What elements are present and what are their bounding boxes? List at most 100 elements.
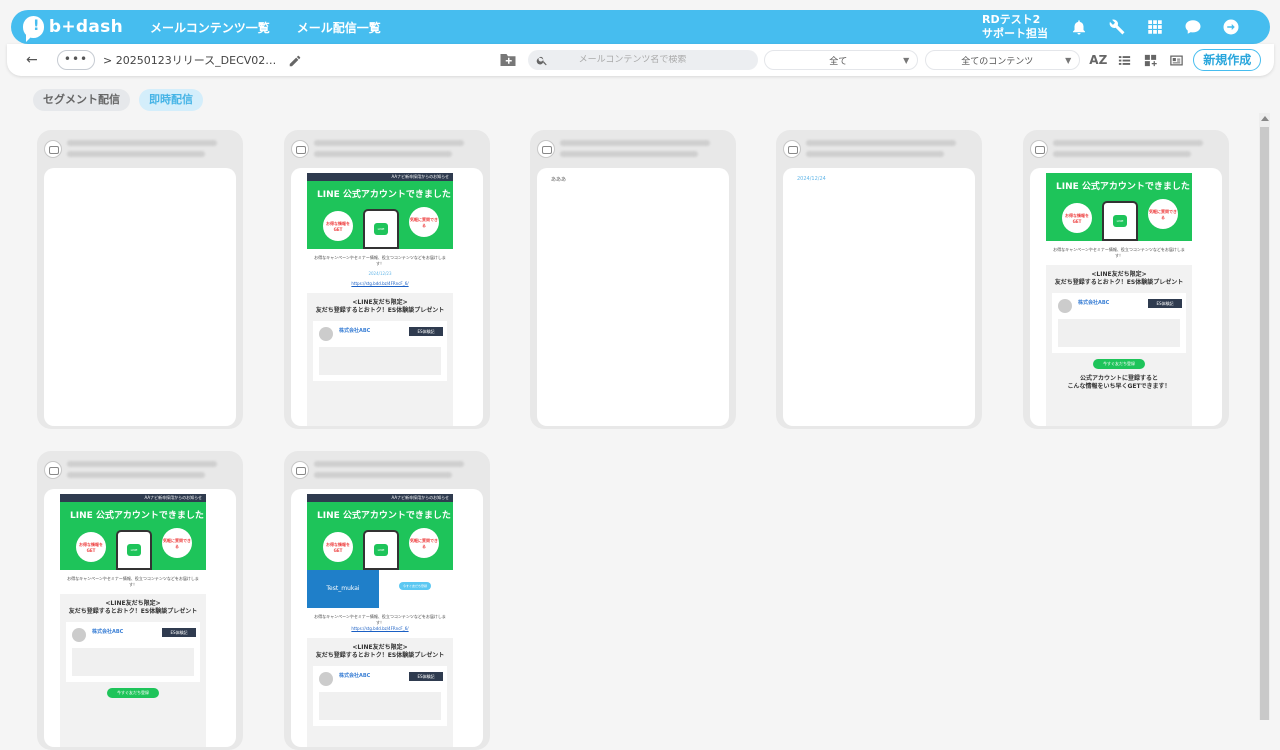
- wrench-icon[interactable]: [1108, 18, 1126, 36]
- hero-circle-left: お得な情報をGET: [323, 532, 353, 562]
- cta-button: 今すぐ友だち登録: [1093, 359, 1145, 369]
- content-card[interactable]: AAナビ新卒採用からのお知らせ LINE 公式アカウントできました お得な情報を…: [284, 130, 490, 429]
- blurred-subtitle: [67, 472, 205, 478]
- logo-mark: !: [23, 16, 44, 42]
- blurred-subtitle: [314, 472, 452, 478]
- phone-icon: [1102, 201, 1138, 241]
- company-details: [72, 648, 194, 676]
- newsletter-intro: お得なキャンペーンやセミナー情報、役立つコンテンツなどをお届けします！: [314, 614, 446, 625]
- nav-mail-contents[interactable]: メールコンテンツ一覧: [150, 19, 270, 36]
- scrollbar-thumb[interactable]: [1260, 127, 1269, 720]
- apps-grid-icon[interactable]: [1146, 18, 1164, 36]
- tab-immediate-delivery[interactable]: 即時配信: [139, 89, 203, 111]
- preview-text: あああ: [551, 177, 567, 183]
- breadcrumb[interactable]: > 20250123リリース_DECV02…: [103, 52, 276, 68]
- newsletter-body: お得なキャンペーンやセミナー情報、役立つコンテンツなどをお届けします！: [1046, 241, 1192, 265]
- blurred-title: [314, 461, 464, 467]
- content-card[interactable]: LINE 公式アカウントできました お得な情報をGET 気軽に質問できる お得な…: [1023, 130, 1229, 429]
- blurred-title: [1053, 140, 1203, 146]
- promo-title-line1: <LINE友だち限定>: [1091, 271, 1147, 278]
- promo-title-line1: <LINE友だち限定>: [105, 600, 161, 607]
- hero-circle-left: お得な情報をGET: [1062, 203, 1092, 233]
- search-icon: [537, 56, 547, 65]
- card-view-icon[interactable]: [1168, 52, 1184, 68]
- newsletter-preview: AAナビ新卒採用からのお知らせ LINE 公式アカウントできました お得な情報を…: [60, 494, 206, 747]
- newsletter-preview: AAナビ新卒採用からのお知らせ LINE 公式アカウントできました お得な情報を…: [307, 494, 453, 747]
- tab-segment-delivery[interactable]: セグメント配信: [33, 89, 130, 111]
- content-preview[interactable]: LINE 公式アカウントできました お得な情報をGET 気軽に質問できる お得な…: [1030, 168, 1222, 426]
- list-view-icon[interactable]: [1116, 52, 1132, 68]
- content-card[interactable]: AAナビ新卒採用からのお知らせ LINE 公式アカウントできました お得な情報を…: [37, 451, 243, 750]
- bell-icon[interactable]: [1070, 18, 1088, 36]
- es-tag: ES体験記: [409, 327, 443, 336]
- newsletter-link: https://stg.bdd.bz/4FRncF_6/: [351, 626, 409, 631]
- add-folder-icon[interactable]: [499, 52, 517, 68]
- newsletter-intro: お得なキャンペーンやセミナー情報、役立つコンテンツなどをお届けします！: [1053, 247, 1185, 258]
- content-preview[interactable]: [44, 168, 236, 426]
- newsletter-intro: お得なキャンペーンやセミナー情報、役立つコンテンツなどをお届けします！: [67, 576, 199, 587]
- content-preview[interactable]: あああ: [537, 168, 729, 426]
- content-card[interactable]: AAナビ新卒採用からのお知らせ LINE 公式アカウントできました お得な情報を…: [284, 451, 490, 750]
- mail-content-icon: [1030, 140, 1048, 158]
- nav-mail-deliveries[interactable]: メール配信一覧: [297, 19, 381, 36]
- avatar: [72, 628, 86, 642]
- app-logo[interactable]: ! b+dash: [23, 16, 123, 42]
- content-card[interactable]: 2024/12/24: [776, 130, 982, 429]
- newsletter-hero: LINE 公式アカウントできました お得な情報をGET 気軽に質問できる: [307, 181, 453, 249]
- search-box[interactable]: [528, 50, 759, 70]
- content-type-select[interactable]: 全てのコンテンツ ▼: [925, 50, 1081, 70]
- blurred-subtitle: [806, 151, 944, 157]
- user-role: サポート担当: [982, 27, 1048, 40]
- newsletter-body: お得なキャンペーンやセミナー情報、役立つコンテンツなどをお届けします！ 2024…: [307, 249, 453, 293]
- promo-title-line1: <LINE友だち限定>: [352, 644, 408, 651]
- status-filter-select[interactable]: 全て ▼: [764, 50, 919, 70]
- newsletter-top-bar: AAナビ新卒採用からのお知らせ: [307, 494, 453, 502]
- scroll-up-arrow-icon[interactable]: [1261, 116, 1269, 121]
- newsletter-preview: LINE 公式アカウントできました お得な情報をGET 気軽に質問できる お得な…: [1046, 173, 1192, 426]
- status-filter-value: 全て: [829, 56, 848, 67]
- promo-title: <LINE友だち限定> 友だち登録するとおトク！ES体験談プレゼント: [1046, 271, 1192, 287]
- content-preview[interactable]: AAナビ新卒採用からのお知らせ LINE 公式アカウントできました お得な情報を…: [291, 489, 483, 747]
- search-input[interactable]: [578, 55, 759, 65]
- newsletter-hero: LINE 公式アカウントできました お得な情報をGET 気軽に質問できる: [307, 502, 453, 570]
- delivery-type-tabs: セグメント配信 即時配信: [33, 89, 212, 111]
- chat-support-icon[interactable]: [1184, 18, 1202, 36]
- phone-icon: [363, 530, 399, 570]
- newsletter-link: https://stg.bdd.bz/4FRncF_6/: [351, 281, 409, 286]
- mail-content-icon: [291, 140, 309, 158]
- content-preview[interactable]: AAナビ新卒採用からのお知らせ LINE 公式アカウントできました お得な情報を…: [44, 489, 236, 747]
- content-toolbar: ← ••• > 20250123リリース_DECV02… 全て ▼ 全てのコンテ…: [7, 44, 1274, 76]
- newsletter-date: 2024/12/23: [368, 271, 392, 276]
- content-preview[interactable]: AAナビ新卒採用からのお知らせ LINE 公式アカウントできました お得な情報を…: [291, 168, 483, 426]
- mail-content-icon: [44, 461, 62, 479]
- grid-add-icon[interactable]: [1142, 52, 1158, 68]
- newsletter-top-bar: AAナビ新卒採用からのお知らせ: [307, 173, 453, 181]
- back-arrow-icon[interactable]: ←: [26, 52, 40, 68]
- test-block: Test_mukai: [307, 570, 379, 608]
- company-card: 株式会社ABC ES体験記: [313, 321, 447, 381]
- hero-circle-right: 気軽に質問できる: [1148, 199, 1178, 229]
- new-content-button[interactable]: 新規作成: [1193, 49, 1262, 71]
- logo-text: b+dash: [48, 17, 123, 37]
- company-name: 株式会社ABC: [1078, 300, 1110, 306]
- promo-title-line2: 友だち登録するとおトク！ES体験談プレゼント: [1054, 279, 1184, 286]
- logout-icon[interactable]: [1222, 18, 1240, 36]
- content-preview[interactable]: 2024/12/24: [783, 168, 975, 426]
- promo-title-line2: 友だち登録するとおトク！ES体験談プレゼント: [315, 307, 445, 314]
- scrollbar[interactable]: [1259, 113, 1270, 720]
- chevron-down-icon: ▼: [1065, 55, 1072, 65]
- content-card[interactable]: あああ: [530, 130, 736, 429]
- pencil-icon[interactable]: [288, 53, 302, 67]
- hero-title: LINE 公式アカウントできました: [1056, 182, 1190, 192]
- mail-content-icon: [783, 140, 801, 158]
- content-card[interactable]: [37, 130, 243, 429]
- es-tag: ES体験記: [1148, 299, 1182, 308]
- blurred-subtitle: [314, 151, 452, 157]
- hero-circle-left: お得な情報をGET: [76, 532, 106, 562]
- company-details: [319, 347, 441, 375]
- newsletter-intro: お得なキャンペーンやセミナー情報、役立つコンテンツなどをお届けします！: [314, 255, 446, 266]
- user-info[interactable]: RDテスト2 サポート担当: [982, 13, 1048, 41]
- more-folders-button[interactable]: •••: [57, 50, 95, 70]
- newsletter-body: お得なキャンペーンやセミナー情報、役立つコンテンツなどをお届けします！ http…: [307, 608, 453, 638]
- sort-az-icon[interactable]: AZ: [1089, 52, 1107, 68]
